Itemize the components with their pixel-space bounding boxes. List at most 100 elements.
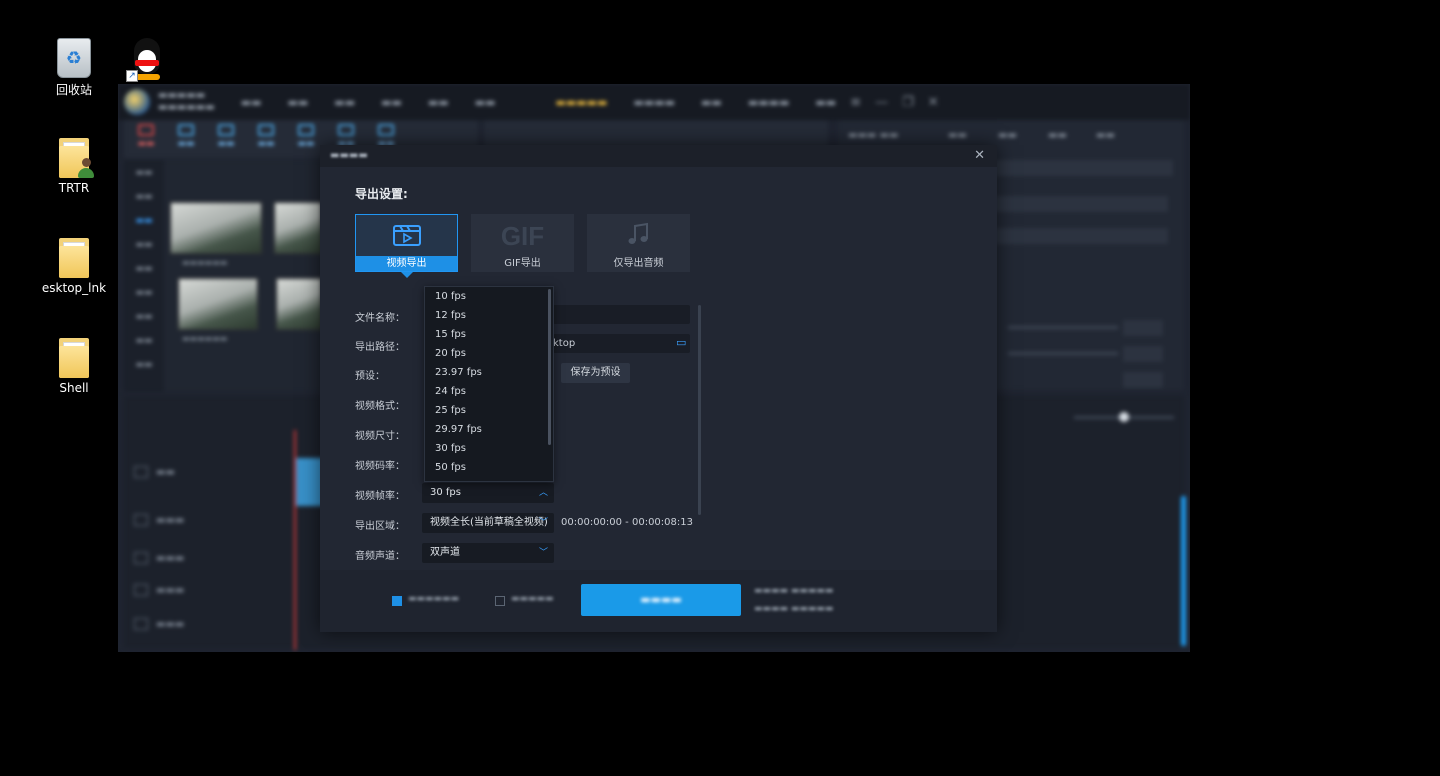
scrollbar[interactable]: [1181, 496, 1186, 646]
toolbar-item[interactable]: ▬▬: [208, 120, 244, 158]
fps-option[interactable]: 30 fps: [425, 439, 553, 458]
menu-icon[interactable]: ≡: [850, 95, 861, 110]
mode-label: 视频导出: [356, 256, 457, 271]
framerate-select[interactable]: 30 fps ︿: [422, 483, 554, 503]
desktop-icon-shell[interactable]: Shell: [37, 338, 111, 395]
dialog-close-icon[interactable]: ✕: [974, 145, 985, 167]
library-nav: ▬▬ ▬▬ ▬▬ ▬▬ ▬▬ ▬▬ ▬▬ ▬▬ ▬▬: [124, 160, 164, 392]
folder-icon: [57, 338, 91, 378]
menu-item[interactable]: ▬▬: [334, 96, 355, 109]
filename-label: 文件名称：: [355, 313, 405, 324]
video-export-mode-button[interactable]: 视频导出: [355, 214, 458, 278]
dialog-scrollbar[interactable]: [698, 305, 701, 515]
fps-option[interactable]: 29.97 fps: [425, 420, 553, 439]
menu-item[interactable]: ▬▬: [288, 96, 309, 109]
media-thumbnail[interactable]: [178, 278, 258, 330]
maximize-icon[interactable]: ❐: [902, 95, 914, 110]
path-label: 导出路径：: [355, 342, 405, 353]
fps-option[interactable]: 25 fps: [425, 401, 553, 420]
gif-icon-text: GIF: [500, 221, 545, 251]
dropdown-scrollbar[interactable]: [548, 289, 551, 445]
desktop-icon-label: 回收站: [55, 83, 92, 97]
music-note-icon: [628, 222, 648, 244]
toolbar-item[interactable]: ▬▬: [248, 120, 284, 158]
mode-label: 仅导出音频: [613, 258, 664, 269]
desktop-icon-trtr[interactable]: TRTR: [37, 138, 111, 195]
audio-channel-select[interactable]: 双声道 ﹀: [422, 543, 554, 563]
fps-option[interactable]: 24 fps: [425, 382, 553, 401]
fps-option[interactable]: 20 fps: [425, 344, 553, 363]
toolbar-item[interactable]: ▬▬: [288, 120, 324, 158]
range-time: 00:00:00:00 - 00:00:08:13: [561, 517, 693, 528]
format-label: 视频格式：: [355, 401, 405, 412]
timeline-track[interactable]: ▬▬▬: [134, 584, 184, 604]
framerate-label: 视频帧率：: [355, 491, 405, 502]
close-icon[interactable]: ✕: [928, 95, 939, 110]
range-value: 视频全长(当前草稿全视频): [430, 517, 548, 528]
top-link[interactable]: ▬▬: [815, 96, 836, 109]
framerate-dropdown-list: 10 fps 12 fps 15 fps 20 fps 23.97 fps 24…: [424, 286, 554, 482]
chevron-down-icon: ﹀: [538, 548, 548, 558]
desktop-icon-label: esktop_lnk: [41, 281, 107, 295]
export-dialog: ▬▬▬▬ ✕ 导出设置: 视频导出 GIF GIF导出 仅导出音频 文件名称： …: [320, 145, 997, 632]
framerate-value: 30 fps: [430, 487, 461, 498]
menu-item[interactable]: ▬▬: [428, 96, 449, 109]
folder-browse-icon[interactable]: ▭: [676, 336, 686, 349]
minimize-icon[interactable]: —: [875, 95, 888, 110]
blurred-app-content: ▬▬▬▬▬ ▬▬▬▬▬▬ ▬▬ ▬▬ ▬▬ ▬▬ ▬▬ ▬▬ ▬▬▬▬▬ ▬▬▬▬…: [118, 84, 1190, 650]
app-logo-icon: [124, 89, 150, 115]
export-settings-heading: 导出设置:: [355, 187, 408, 201]
qq-penguin-icon[interactable]: ↗: [126, 38, 166, 82]
desktop-icon-label: TRTR: [58, 181, 90, 195]
recycle-bin-icon: [57, 38, 91, 78]
save-preset-button[interactable]: 保存为预设: [561, 363, 630, 383]
media-thumbnail[interactable]: [170, 202, 262, 254]
timeline-track[interactable]: ▬▬▬: [134, 514, 184, 534]
folder-icon: [57, 238, 91, 278]
audio-channel-value: 双声道: [430, 547, 460, 558]
footer-checkbox[interactable]: [495, 596, 505, 606]
path-value: ktop: [553, 338, 576, 349]
fps-option[interactable]: 15 fps: [425, 325, 553, 344]
user-folder-icon: [57, 138, 94, 178]
range-select[interactable]: 视频全长(当前草稿全视频) ﹀: [422, 513, 554, 533]
fps-option[interactable]: 50 fps: [425, 458, 553, 477]
footer-checkbox[interactable]: [392, 596, 402, 606]
desktop-icon-esktop-lnk[interactable]: esktop_lnk: [37, 238, 111, 295]
dialog-footer: ▬▬▬▬▬▬ ▬▬▬▬▬ ▬▬▬▬ ▬▬▬▬ ▬▬▬▬▬ ▬▬▬▬ ▬▬▬▬▬: [320, 570, 997, 632]
chevron-down-icon: ﹀: [538, 518, 548, 528]
fps-option[interactable]: 23.97 fps: [425, 363, 553, 382]
user-info: ▬▬▬▬▬ ▬▬▬▬▬▬: [158, 90, 215, 113]
media-thumbnail[interactable]: [274, 202, 322, 254]
gif-export-mode-button[interactable]: GIF GIF导出: [471, 214, 574, 272]
toolbar-item[interactable]: ▬▬: [168, 120, 204, 158]
timeline-track[interactable]: ▬▬: [134, 466, 175, 486]
audio-only-mode-button[interactable]: 仅导出音频: [587, 214, 690, 272]
app-title-bar: ▬▬▬▬▬ ▬▬▬▬▬▬ ▬▬ ▬▬ ▬▬ ▬▬ ▬▬ ▬▬ ▬▬▬▬▬ ▬▬▬▬…: [118, 84, 1190, 120]
menu-item[interactable]: ▬▬: [475, 96, 496, 109]
top-link[interactable]: ▬▬▬▬: [633, 96, 675, 109]
timeline-track[interactable]: ▬▬▬: [134, 618, 184, 638]
range-label: 导出区域：: [355, 521, 405, 532]
dialog-title-bar: ▬▬▬▬ ✕: [320, 145, 997, 167]
preset-label: 预设：: [355, 371, 385, 382]
export-button[interactable]: ▬▬▬▬: [581, 584, 741, 616]
menu-item[interactable]: ▬▬: [241, 96, 262, 109]
media-thumbnail[interactable]: [276, 278, 322, 330]
mode-label: GIF导出: [504, 258, 541, 269]
timeline-track[interactable]: ▬▬▬: [134, 552, 184, 572]
menu-item[interactable]: ▬▬: [381, 96, 402, 109]
desktop-icon-label: Shell: [59, 381, 89, 395]
size-label: 视频尺寸：: [355, 431, 405, 442]
vip-link[interactable]: ▬▬▬▬▬: [555, 96, 607, 109]
video-export-icon: [392, 225, 421, 246]
fps-option[interactable]: 12 fps: [425, 306, 553, 325]
audio-channel-label: 音频声道：: [355, 551, 405, 562]
desktop-icon-recycle-bin[interactable]: 回收站: [37, 38, 111, 98]
top-link[interactable]: ▬▬: [701, 96, 722, 109]
top-link[interactable]: ▬▬▬▬: [748, 96, 790, 109]
filename-input[interactable]: [553, 305, 690, 324]
fps-option[interactable]: 10 fps: [425, 287, 553, 306]
bitrate-label: 视频码率：: [355, 461, 405, 472]
toolbar-item[interactable]: ▬▬: [128, 120, 164, 158]
